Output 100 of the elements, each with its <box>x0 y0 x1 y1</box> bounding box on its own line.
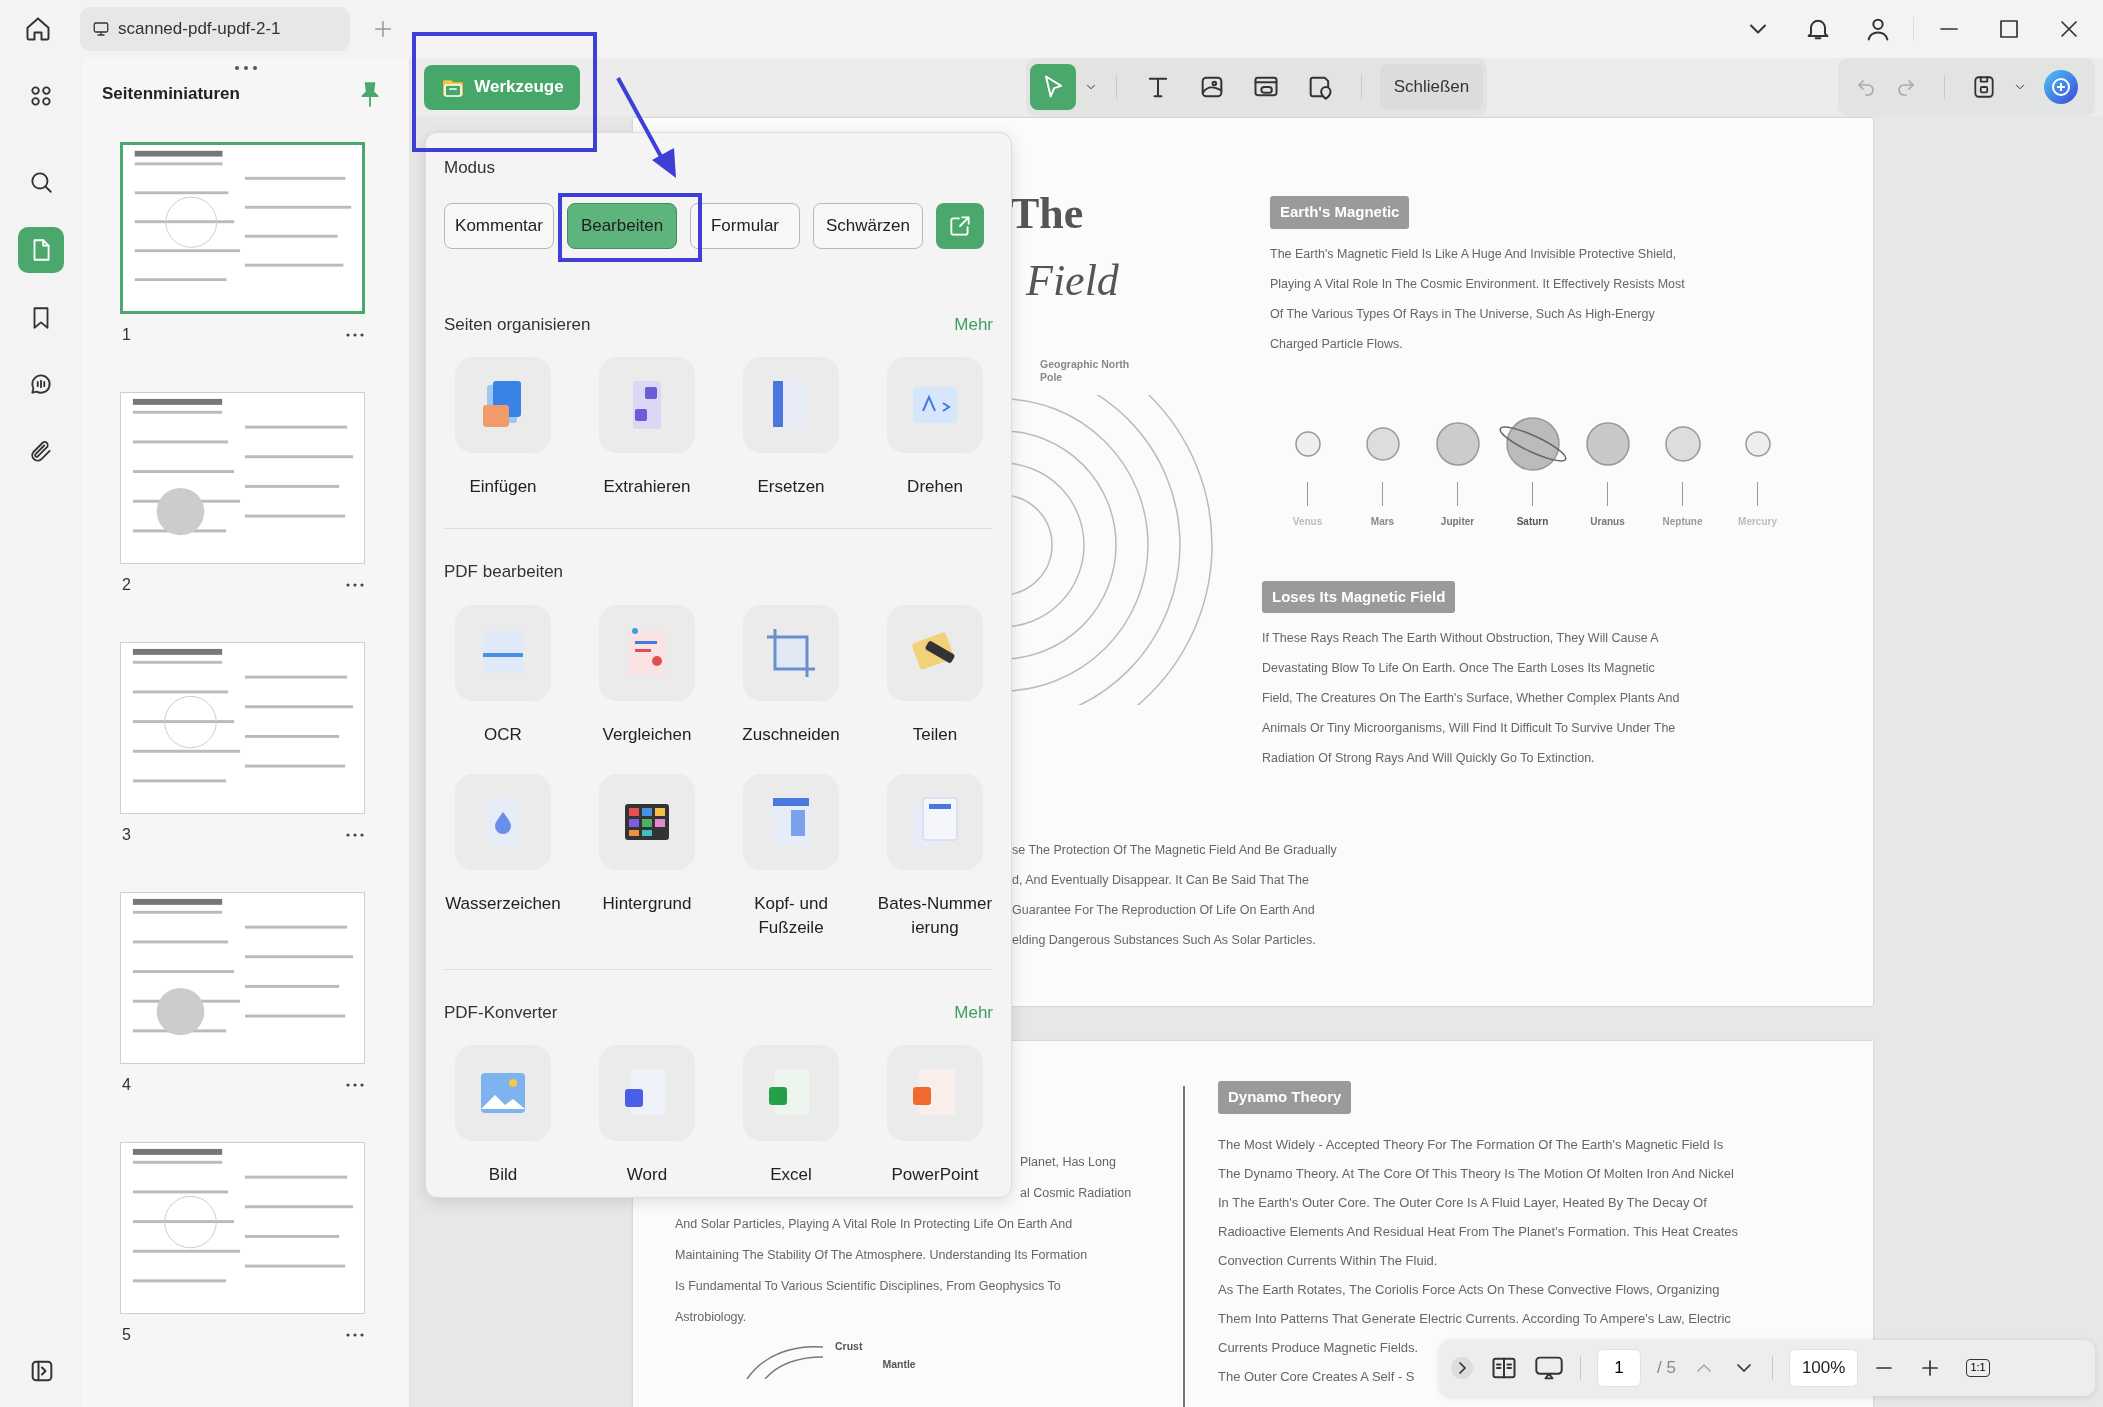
tool-item[interactable]: OCR <box>431 604 575 747</box>
body-text: Field, The Creatures On The Earth's Surface, Whether Complex Plants And <box>1262 690 1680 707</box>
planet-label: Mars <box>1370 514 1395 529</box>
close-button[interactable]: Schließen <box>1379 64 1484 110</box>
page-options-button[interactable] <box>345 832 365 838</box>
body-text: Playing A Vital Role In The Cosmic Environment. It Effectively Resists Most <box>1270 275 1685 293</box>
body-text: d, And Eventually Disappear. It Can Be Said That The <box>1012 872 1309 889</box>
diagram-label: Crust <box>835 1339 863 1354</box>
search-icon <box>28 169 54 195</box>
spreadsheet-icon <box>743 1045 839 1141</box>
page-options-button[interactable] <box>345 1332 365 1338</box>
maximize-icon <box>1997 17 2021 41</box>
page-thumbnail[interactable] <box>120 892 365 1064</box>
more-icon <box>345 1082 365 1088</box>
presentation-icon <box>1534 1354 1564 1382</box>
image-icon <box>455 1045 551 1141</box>
tool-item[interactable]: Teilen <box>863 604 1007 747</box>
tool-item[interactable]: Kopf- und Fußzeile <box>719 773 863 940</box>
body-text: Radioactive Elements And Residual Heat From The Planet's Formation. This Heat Creates <box>1218 1222 1739 1241</box>
letter-page-icon <box>887 357 983 453</box>
body-text: Charged Particle Flows. <box>1270 335 1403 353</box>
mode-button[interactable]: Formular <box>690 202 800 249</box>
tool-item[interactable]: Extrahieren <box>575 357 719 499</box>
more-icon <box>345 1332 365 1338</box>
body-text: The Earth's Magnetic Field Is Like A Huge And Invisible Protective Shield, <box>1270 245 1677 263</box>
body-text: Of The Various Types Of Rays in The Universe, Such As High-Energy <box>1270 305 1655 323</box>
tool-item[interactable]: Bates-Nummerierung <box>863 773 1007 940</box>
actual-size-button[interactable]: 1:1 <box>1966 1359 1990 1377</box>
body-text: The Dynamo Theory. At The Core Of This Theory Is The Motion Of Molten Iron And Nickel <box>1218 1164 1734 1183</box>
body-text: The Outer Core Creates A Self - S <box>1218 1367 1415 1386</box>
section-title: Seiten organisieren <box>444 313 591 336</box>
planet-label: Uranus <box>1590 514 1625 529</box>
body-text: Is Fundamental To Various Scientific Disciplines, From Geophysics To <box>675 1278 1061 1295</box>
tool-item[interactable]: Zuschneiden <box>719 604 863 747</box>
mode-button[interactable]: Bearbeiten <box>567 202 677 249</box>
page-number: 2 <box>121 575 131 595</box>
zoom-field[interactable]: 100% <box>1788 1349 1859 1387</box>
body-text: se The Protection Of The Magnetic Field And Be Gradually <box>1012 842 1337 859</box>
section-title: PDF-Konverter <box>444 1001 558 1024</box>
home-button[interactable] <box>24 15 52 43</box>
body-text: Radiation Of Strong Rays And Will Quickly Go To Extinction. <box>1262 750 1595 767</box>
page-options-button[interactable] <box>345 332 365 338</box>
pin-button[interactable] <box>359 81 381 107</box>
tool-item[interactable]: PowerPoint <box>863 1045 1007 1187</box>
tool-item[interactable]: Einfügen <box>431 357 575 499</box>
export-button[interactable] <box>936 202 984 249</box>
document-stack-icon <box>455 357 551 453</box>
page-number-field[interactable]: 1 <box>1597 1349 1641 1387</box>
body-text: Devastating Blow To Life On Earth. Once The Earth Loses Its Magnetic <box>1262 660 1655 677</box>
tool-item[interactable]: Wasserzeichen <box>431 773 575 940</box>
page-thumbnail[interactable] <box>120 392 365 564</box>
more-icon <box>345 582 365 588</box>
mode-button[interactable]: Kommentar <box>444 202 554 249</box>
page-thumbnail[interactable] <box>120 142 365 314</box>
tool-item[interactable]: Vergleichen <box>575 604 719 747</box>
body-text: And Solar Particles, Playing A Vital Role In Protecting Life On Earth And <box>675 1216 1073 1233</box>
body-text: Guarantee For The Reproduction Of Life On Earth And <box>1012 902 1315 919</box>
minus-icon <box>1874 1366 1895 1370</box>
page-count: / 5 <box>1657 1357 1676 1380</box>
chevron-right-icon <box>1450 1356 1474 1380</box>
drag-handle-icon <box>232 64 259 72</box>
page-number: 4 <box>121 1075 131 1095</box>
section-heading: Dynamo Theory <box>1218 1081 1352 1114</box>
tool-item[interactable]: Word <box>575 1045 719 1187</box>
expand-button[interactable] <box>1450 1356 1474 1380</box>
page-options-button[interactable] <box>345 1082 365 1088</box>
panel-title: Seitenminiaturen <box>102 83 240 106</box>
more-icon <box>345 832 365 838</box>
document-tab[interactable]: scanned-pdf-updf-2-1 <box>80 7 350 51</box>
zoom-out-button[interactable] <box>1874 1366 1895 1370</box>
section-title: PDF bearbeiten <box>444 561 564 583</box>
color-grid-icon <box>599 773 695 870</box>
page-number: 3 <box>121 825 131 845</box>
comment-icon <box>28 371 54 397</box>
page-number: 1 <box>121 325 131 345</box>
tool-item[interactable]: Excel <box>719 1045 863 1187</box>
tool-item[interactable]: Bild <box>431 1045 575 1187</box>
compare-document-icon <box>599 604 695 701</box>
page-thumbnail[interactable] <box>120 1142 365 1314</box>
plus-icon <box>372 18 394 40</box>
assistant-icon[interactable] <box>2043 69 2079 105</box>
body-text: Maintaining The Stability Of The Atmosphere. Understanding Its Formation <box>675 1247 1088 1264</box>
page-header-icon <box>743 773 839 870</box>
body-text: The Most Widely - Accepted Theory For The Formation Of The Earth's Magnetic Field Is <box>1218 1135 1724 1154</box>
save-button[interactable] <box>1971 74 1997 100</box>
presentation-button[interactable] <box>1534 1354 1564 1382</box>
page-thumbnail[interactable] <box>120 642 365 814</box>
tool-item[interactable]: Drehen <box>863 357 1007 499</box>
page-options-button[interactable] <box>345 582 365 588</box>
more-icon <box>345 332 365 338</box>
tool-item[interactable]: Ersetzen <box>719 357 863 499</box>
scan-page-icon <box>455 604 551 701</box>
mode-button[interactable]: Schwärzen <box>813 202 923 249</box>
body-text: elding Dangerous Substances Such As Solar Particles. <box>1012 932 1316 949</box>
tool-item[interactable]: Hintergrund <box>575 773 719 940</box>
planet-label: Jupiter <box>1440 514 1475 529</box>
body-text: Them Into Patterns That Generate Electric Currents. According To Ampere's Law, Electric <box>1218 1309 1731 1328</box>
planet-label: Neptune <box>1662 514 1703 529</box>
save-icon <box>1971 74 1997 100</box>
monitor-icon <box>92 20 110 38</box>
